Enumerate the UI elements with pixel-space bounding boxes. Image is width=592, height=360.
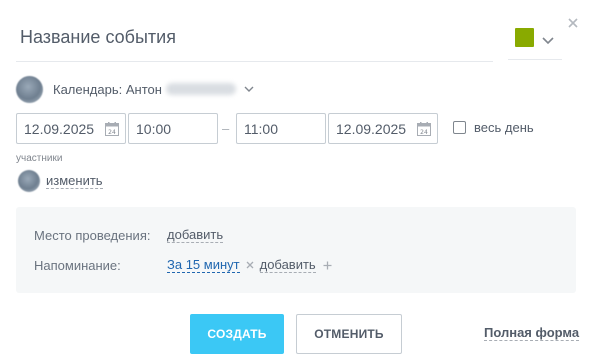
chevron-down-icon[interactable] [244, 80, 254, 98]
blurred-surname [165, 83, 236, 95]
end-date-field[interactable]: 24 [328, 113, 438, 144]
reminder-value-link[interactable]: За 15 минут [167, 257, 240, 273]
start-date-field[interactable]: 24 [16, 113, 126, 144]
add-location-link[interactable]: добавить [167, 227, 224, 243]
change-participants-link[interactable]: изменить [46, 173, 103, 189]
participant-avatar [18, 170, 40, 192]
full-form-link[interactable]: Полная форма [484, 325, 580, 341]
reminder-row: Напоминание: За 15 минут добавить [34, 257, 332, 273]
participants-title: участники [16, 153, 63, 164]
participants-row: изменить [18, 170, 103, 192]
location-row: Место проведения: добавить [34, 227, 224, 243]
create-button[interactable]: СОЗДАТЬ [190, 314, 284, 354]
time-separator: – [222, 121, 230, 136]
calendar-selector[interactable]: Календарь: Антон [16, 73, 254, 105]
start-time-field[interactable] [128, 113, 218, 144]
calendar-icon-day: 24 [420, 129, 428, 136]
avatar [16, 75, 43, 103]
end-time-input[interactable] [244, 120, 318, 137]
add-reminder-link[interactable]: добавить [259, 257, 316, 273]
color-picker[interactable] [508, 14, 562, 60]
all-day-option[interactable]: весь день [453, 120, 534, 135]
location-label: Место проведения: [34, 227, 151, 243]
plus-icon[interactable] [323, 261, 332, 270]
remove-reminder-icon[interactable] [246, 261, 254, 269]
calendar-label[interactable]: Календарь: Антон [53, 82, 162, 97]
chevron-down-icon [542, 32, 554, 50]
calendar-icon-day: 24 [108, 129, 116, 136]
end-time-field[interactable] [236, 113, 326, 144]
color-swatch [515, 28, 534, 47]
start-time-input[interactable] [136, 120, 210, 137]
calendar-icon[interactable]: 24 [416, 121, 432, 137]
options-panel: Место проведения: добавить Напоминание: … [16, 207, 576, 293]
all-day-label[interactable]: весь день [474, 120, 534, 135]
cancel-button[interactable]: ОТМЕНИТЬ [296, 314, 402, 354]
event-title-input[interactable] [16, 14, 493, 62]
calendar-icon[interactable]: 24 [104, 121, 120, 137]
close-icon[interactable] [566, 16, 580, 30]
reminder-label: Напоминание: [34, 257, 121, 273]
all-day-checkbox[interactable] [453, 121, 466, 134]
